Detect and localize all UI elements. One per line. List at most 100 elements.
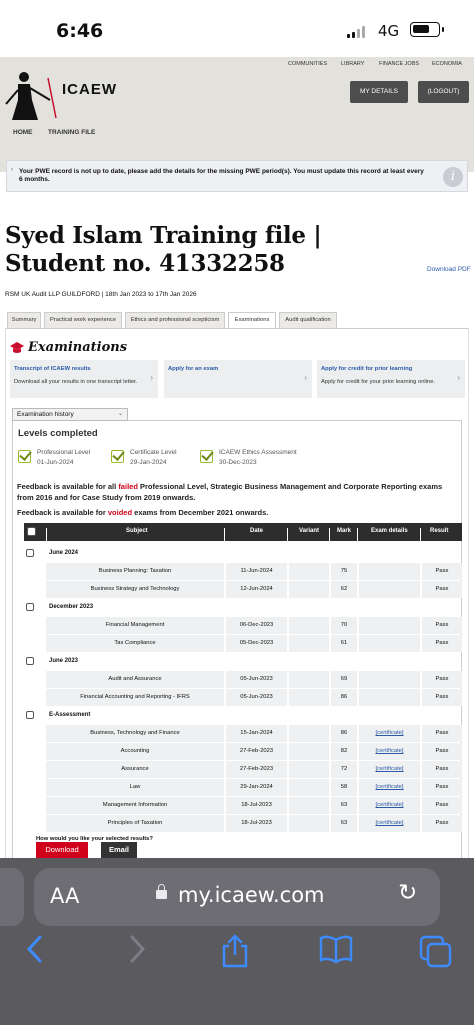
cell-subject: Tax Compliance [46,635,224,652]
group-checkbox[interactable] [26,549,34,557]
results-table-body: June 2024 Business Planning: Taxation 11-J… [0,52,474,858]
cell-mark: 75 [331,563,357,580]
cell-exam-details[interactable]: [certificate] [359,815,420,832]
previous-tab-pill[interactable] [0,868,24,926]
cell-date: 15-Jan-2024 [226,725,287,742]
cell-subject: Principles of Taxation [46,815,224,832]
cell-date: 05-Jun-2023 [226,671,287,688]
browser-toolbar: AA my.icaew.com ↻ [0,858,474,1025]
table-row: Management Information 18-Jul-2023 63 [cert… [46,797,462,814]
cell-result: Pass [422,635,462,652]
cell-date: 27-Feb-2023 [226,743,287,760]
cell-date: 12-Jun-2024 [226,581,287,598]
share-icon[interactable] [220,934,250,968]
reader-options-button[interactable]: AA [50,884,79,908]
cell-mark: 86 [331,689,357,706]
cell-variant [289,761,329,778]
table-row: Financial Accounting and Reporting - IFR… [46,689,462,706]
cell-exam-details[interactable]: [certificate] [359,743,420,760]
cell-mark: 63 [331,815,357,832]
table-row: Audit and Assurance 05-Jun-2023 69 Pass [46,671,462,688]
cell-exam-details [359,689,420,706]
table-row: Business Planning: Taxation 11-Jun-2024 75… [46,563,462,580]
cell-subject: Assurance [46,761,224,778]
cell-result: Pass [422,617,462,634]
forward-icon[interactable] [126,934,148,964]
url-text[interactable]: my.icaew.com [178,883,325,907]
cell-subject: Financial Management [46,617,224,634]
cell-variant [289,671,329,688]
email-button[interactable]: Email [101,842,137,858]
group-checkbox[interactable] [26,711,34,719]
cell-date: 18-Jul-2023 [226,797,287,814]
cell-variant [289,689,329,706]
cell-result: Pass [422,671,462,688]
network-type: 4G [378,22,400,40]
signal-icon [347,26,369,38]
cell-exam-details [359,617,420,634]
cell-mark: 72 [331,761,357,778]
address-bar[interactable]: AA my.icaew.com ↻ [34,868,440,926]
cell-date: 05-Jun-2023 [226,689,287,706]
cell-subject: Management Information [46,797,224,814]
cell-variant [289,563,329,580]
cell-variant [289,779,329,796]
cell-variant [289,617,329,634]
cell-exam-details[interactable]: [certificate] [359,779,420,796]
cell-result: Pass [422,563,462,580]
group-label: June 2023 [49,658,79,664]
table-row: Accounting 27-Feb-2023 82 [certificate] Pass [46,743,462,760]
cell-subject: Financial Accounting and Reporting - IFR… [46,689,224,706]
cell-mark: 58 [331,779,357,796]
status-time: 6:46 [56,20,104,42]
cell-mark: 82 [331,743,357,760]
cell-result: Pass [422,743,462,760]
back-icon[interactable] [24,934,46,964]
table-row: Tax Compliance 05-Dec-2023 61 Pass [46,635,462,652]
cell-result: Pass [422,761,462,778]
cell-date: 11-Jun-2024 [226,563,287,580]
cell-variant [289,797,329,814]
cell-date: 18-Jul-2023 [226,815,287,832]
cell-subject: Business Planning: Taxation [46,563,224,580]
cell-subject: Audit and Assurance [46,671,224,688]
cell-result: Pass [422,581,462,598]
table-row: Financial Management 06-Dec-2023 70 Pass [46,617,462,634]
cell-subject: Law [46,779,224,796]
tabs-icon[interactable] [418,934,452,968]
table-row: Business, Technology and Finance 15-Jan-2… [46,725,462,742]
cell-result: Pass [422,779,462,796]
group-checkbox[interactable] [26,603,34,611]
group-label: December 2023 [49,604,94,610]
table-row: Assurance 27-Feb-2023 72 [certificate] Pass [46,761,462,778]
status-bar: 6:46 4G [0,0,474,52]
reload-icon[interactable]: ↻ [398,880,417,906]
bookmarks-icon[interactable] [318,934,354,964]
cell-mark: 62 [331,581,357,598]
lock-icon [156,884,167,899]
cell-date: 27-Feb-2023 [226,761,287,778]
cell-exam-details [359,581,420,598]
battery-icon [410,22,444,37]
cell-exam-details[interactable]: [certificate] [359,797,420,814]
download-button[interactable]: Download [36,842,88,858]
cell-date: 06-Dec-2023 [226,617,287,634]
cell-result: Pass [422,797,462,814]
cell-mark: 69 [331,671,357,688]
cell-subject: Business Strategy and Technology [46,581,224,598]
cell-result: Pass [422,815,462,832]
cell-result: Pass [422,689,462,706]
cell-exam-details[interactable]: [certificate] [359,725,420,742]
cell-mark: 61 [331,635,357,652]
cell-exam-details[interactable]: [certificate] [359,761,420,778]
table-row: Law 29-Jan-2024 58 [certificate] Pass [46,779,462,796]
group-checkbox[interactable] [26,657,34,665]
cell-variant [289,815,329,832]
cell-date: 05-Dec-2023 [226,635,287,652]
cell-exam-details [359,635,420,652]
cell-result: Pass [422,725,462,742]
cell-variant [289,725,329,742]
table-row: Business Strategy and Technology 12-Jun-2… [46,581,462,598]
cell-variant [289,635,329,652]
web-page: COMMUNITIES LIBRARY FINANCE JOBS ECONOMI… [0,52,474,858]
